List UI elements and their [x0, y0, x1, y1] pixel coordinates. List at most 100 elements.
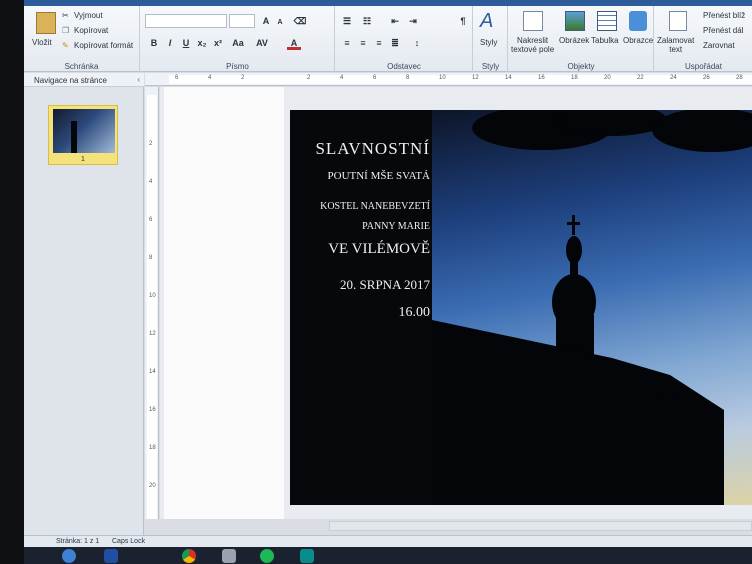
group-label-clipboard: Schránka [64, 62, 99, 71]
cut-icon: ✂ [62, 11, 69, 20]
ruler-tick-label: 10 [149, 293, 156, 299]
numbering-icon[interactable]: ☷ [360, 14, 374, 28]
font-family-select[interactable] [145, 14, 227, 28]
folder-icon[interactable] [222, 549, 236, 563]
cut-button[interactable]: Vyjmout [74, 11, 103, 20]
thumbnail-image [53, 109, 115, 153]
save-icon[interactable] [104, 549, 118, 563]
taskbar [24, 547, 752, 564]
format-painter-button[interactable]: Kopírovat formát [74, 41, 133, 50]
document-workspace[interactable]: SLAVNOSTNÍ POUTNÍ MŠE SVATÁ KOSTEL NANEB… [160, 87, 752, 519]
bullets-icon[interactable]: ☰ [340, 14, 354, 28]
page-margin-area [164, 87, 284, 519]
textbox-icon [523, 11, 543, 31]
page-info: Stránka: 1 z 1 [56, 538, 100, 545]
group-label-styles: Styly [481, 62, 500, 71]
church-name-line2: PANNY MARIE [362, 221, 430, 232]
wrap-text-button[interactable]: Zalamovat text [657, 36, 694, 54]
superscript-button[interactable]: x² [211, 36, 225, 50]
ruler-tick-label: 24 [670, 75, 677, 81]
line-spacing-icon[interactable]: ↕ [410, 36, 424, 50]
ruler-tick-label: 6 [373, 75, 377, 81]
ruler-tick-label: 26 [703, 75, 710, 81]
underline-button[interactable]: U [179, 36, 193, 50]
clear-format-icon[interactable]: ⌫ [293, 14, 307, 28]
group-font: A A ⌫ B I U x₂ x² Aa AV A Písmo [141, 6, 335, 72]
group-label-paragraph: Odstavec [387, 62, 421, 71]
ruler-tick-label: 2 [241, 75, 245, 81]
event-title: SLAVNOSTNÍ [315, 139, 430, 158]
increase-indent-icon[interactable]: ⇥ [406, 14, 420, 28]
event-location: VE VILÉMOVĚ [328, 241, 430, 257]
font-size-select[interactable] [229, 14, 255, 28]
ruler-tick-label: 8 [406, 75, 410, 81]
nav-pane-title: Navigace na stránce [34, 76, 107, 85]
align-right-icon[interactable]: ≡ [372, 36, 386, 50]
table-button[interactable]: Tabulka [591, 36, 619, 45]
ruler-tick-label: 20 [149, 483, 156, 489]
ruler-tick-label: 12 [149, 331, 156, 337]
caps-lock-indicator: Caps Lock [112, 538, 146, 545]
copy-button[interactable]: Kopírovat [74, 26, 108, 35]
ruler-tick-label: 22 [637, 75, 644, 81]
picture-icon [565, 11, 585, 31]
page-navigation-pane: Navigace na stránce ‹ 1 [24, 73, 144, 535]
event-text-block[interactable]: SLAVNOSTNÍ POUTNÍ MŠE SVATÁ KOSTEL NANEB… [290, 110, 430, 505]
align-center-icon[interactable]: ≡ [356, 36, 370, 50]
align-left-icon[interactable]: ≡ [340, 36, 354, 50]
publisher-icon[interactable] [300, 549, 314, 563]
church-silhouette [432, 110, 752, 505]
ruler-tick-label: 16 [538, 75, 545, 81]
ruler-tick-label: 14 [149, 369, 156, 375]
italic-button[interactable]: I [163, 36, 177, 50]
shapes-icon [629, 11, 647, 31]
group-clipboard: Vložit ✂ Vyjmout ❐ Kopírovat ✎ Kopírovat… [24, 6, 140, 72]
spotify-icon[interactable] [260, 549, 274, 563]
ruler-tick-label: 4 [340, 75, 344, 81]
event-date: 20. SRPNA 2017 [340, 277, 430, 292]
group-styles: A Styly Styly [474, 6, 508, 72]
ruler-tick-label: 2 [149, 141, 153, 147]
horizontal-scrollbar[interactable] [329, 521, 752, 531]
horizontal-ruler: 6 4 2 2 4 6 8 10 12 14 16 18 20 22 24 26 28 [145, 73, 752, 86]
align-button[interactable]: Zarovnat [703, 41, 735, 50]
group-arrange: Zalamovat text Přenést blíž Přenést dál … [655, 6, 752, 72]
church-photo[interactable] [432, 110, 752, 505]
send-backward-button[interactable]: Přenést dál [703, 26, 743, 35]
styles-button[interactable]: Styly [480, 38, 497, 47]
subscript-button[interactable]: x₂ [195, 36, 209, 50]
page-number: 1 [81, 156, 85, 163]
ruler-tick-label: 4 [208, 75, 212, 81]
ruler-tick-label: 20 [604, 75, 611, 81]
shapes-button[interactable]: Obrazce [623, 36, 653, 45]
decrease-indent-icon[interactable]: ⇤ [388, 14, 402, 28]
event-time: 16.00 [398, 305, 431, 320]
character-spacing-button[interactable]: AV [253, 36, 271, 50]
font-color-button[interactable]: A [287, 36, 301, 50]
group-label-arrange: Uspořádat [685, 62, 722, 71]
collapse-icon[interactable]: ‹ [137, 75, 140, 84]
bold-button[interactable]: B [147, 36, 161, 50]
table-icon [597, 11, 617, 31]
ruler-tick-label: 18 [571, 75, 578, 81]
ruler-tick-label: 14 [505, 75, 512, 81]
wrap-text-icon [669, 11, 687, 31]
grow-font-icon[interactable]: A [259, 14, 273, 28]
picture-button[interactable]: Obrázek [559, 36, 589, 45]
paragraph-marks-icon[interactable]: ¶ [456, 14, 470, 28]
paste-button[interactable]: Vložit [32, 38, 52, 47]
start-icon[interactable] [62, 549, 76, 563]
change-case-button[interactable]: Aa [229, 36, 247, 50]
ruler-tick-label: 10 [439, 75, 446, 81]
page-thumbnail[interactable]: 1 [48, 105, 118, 165]
nav-pane-header: Navigace na stránce ‹ [24, 73, 144, 87]
draw-textbox-button[interactable]: Nakreslit textové pole [511, 36, 554, 54]
chrome-icon[interactable] [182, 549, 196, 563]
shrink-font-icon[interactable]: A [273, 16, 287, 30]
status-bar: Stránka: 1 z 1 Caps Lock [24, 535, 752, 547]
paste-icon[interactable] [36, 12, 56, 34]
group-paragraph: ☰ ☷ ⇤ ⇥ ¶ ≡ ≡ ≡ ≣ ↕ Odstavec [336, 6, 473, 72]
bring-forward-button[interactable]: Přenést blíž [703, 11, 745, 20]
group-label-objects: Objekty [567, 62, 595, 71]
justify-icon[interactable]: ≣ [388, 36, 402, 50]
